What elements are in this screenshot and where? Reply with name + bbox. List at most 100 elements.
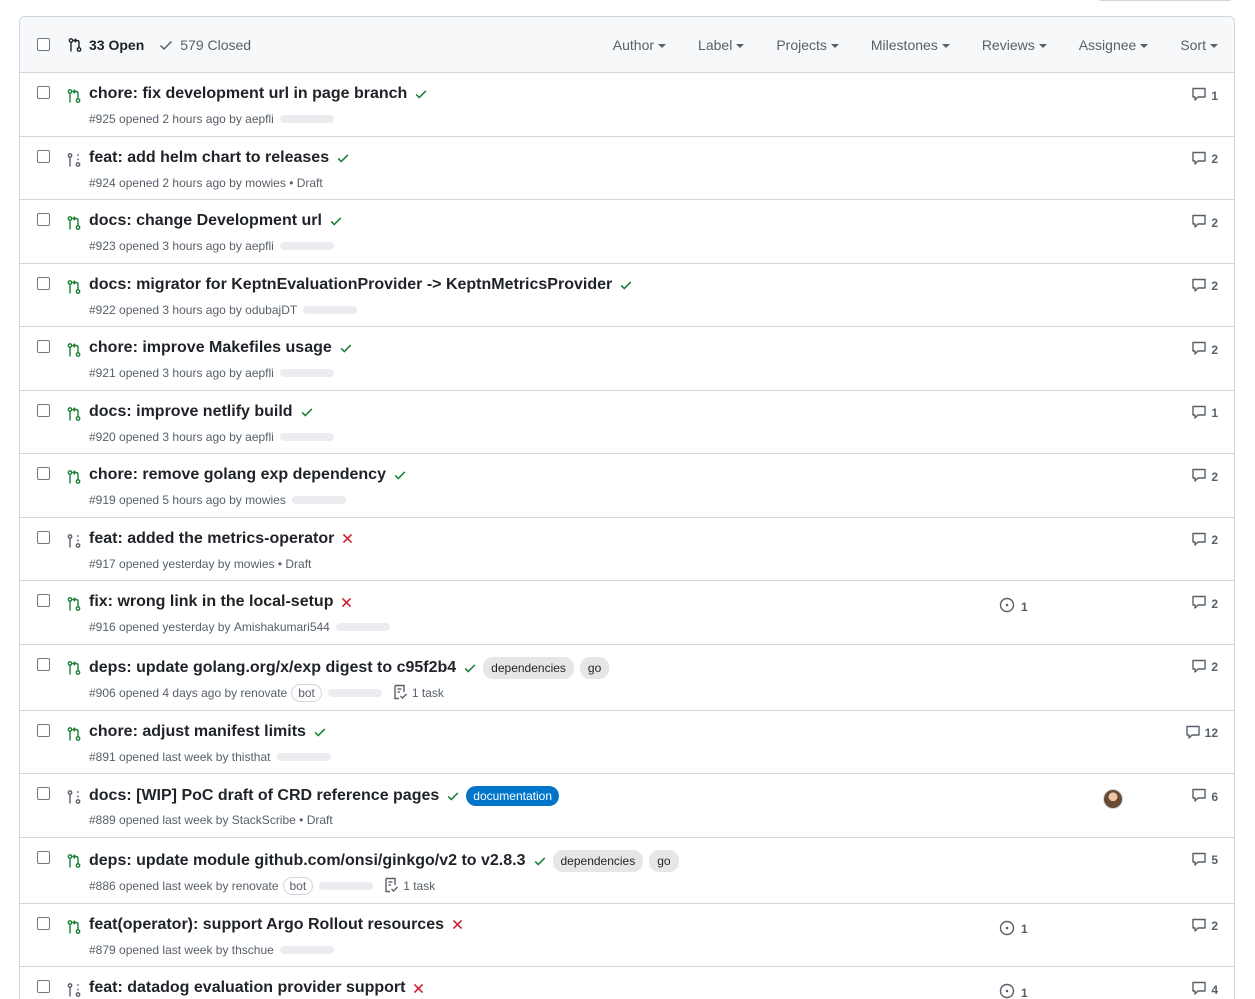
check-status-success-icon[interactable] <box>463 661 477 675</box>
comments-link[interactable]: 2 <box>1191 594 1218 613</box>
row-checkbox[interactable] <box>37 467 50 480</box>
comments-link[interactable]: 2 <box>1191 531 1218 550</box>
check-status-success-icon[interactable] <box>619 278 633 292</box>
filter-milestones-menu[interactable]: Milestones <box>871 37 950 53</box>
comments-link[interactable]: 2 <box>1191 467 1218 486</box>
filter-assignee-menu[interactable]: Assignee <box>1079 37 1149 53</box>
row-checkbox[interactable] <box>37 916 50 930</box>
opened-text: opened 2 hours ago by <box>119 175 242 190</box>
row-checkbox[interactable] <box>37 213 50 226</box>
row-checkbox[interactable] <box>37 403 50 417</box>
check-status-failure-icon[interactable] <box>341 532 354 545</box>
comments-link[interactable]: 2 <box>1191 340 1218 359</box>
label-documentation[interactable]: documentation <box>466 786 560 806</box>
filter-reviews-menu[interactable]: Reviews <box>982 37 1047 53</box>
check-status-success-icon[interactable] <box>446 789 460 803</box>
author-link[interactable]: thisthat <box>232 750 271 764</box>
row-checkbox[interactable] <box>37 787 50 800</box>
comments-link[interactable]: 12 <box>1185 724 1218 743</box>
opened-text: opened last week by <box>119 749 229 764</box>
comments-link[interactable]: 6 <box>1191 787 1218 806</box>
opened-text: opened 2 hours ago by <box>119 112 242 126</box>
author-link[interactable]: thschue <box>232 943 274 957</box>
check-status-success-icon[interactable] <box>339 341 353 355</box>
row-checkbox[interactable] <box>37 594 50 607</box>
pr-title-link[interactable]: fix: wrong link in the local-setup <box>89 593 333 611</box>
comments-link[interactable]: 2 <box>1191 213 1218 232</box>
check-status-failure-icon[interactable] <box>340 596 353 609</box>
row-checkbox[interactable] <box>37 850 50 864</box>
row-checkbox[interactable] <box>37 276 50 290</box>
label-go[interactable]: go <box>579 656 610 679</box>
check-status-success-icon[interactable] <box>414 87 428 101</box>
author-link[interactable]: mowies <box>234 557 275 571</box>
author-link[interactable]: StackScribe <box>232 813 296 827</box>
check-status-failure-icon[interactable] <box>451 918 464 931</box>
linked-issues-link[interactable]: 1 <box>999 920 1028 939</box>
author-link[interactable]: aepfli <box>245 366 274 380</box>
filter-sort-menu[interactable]: Sort <box>1180 37 1218 53</box>
comments-link[interactable]: 1 <box>1191 404 1218 423</box>
title-line: docs: change Development url <box>89 212 343 230</box>
pr-title-link[interactable]: chore: remove golang exp dependency <box>89 466 386 484</box>
pr-title-link[interactable]: feat: add helm chart to releases <box>89 149 329 167</box>
comments-link[interactable]: 2 <box>1191 277 1218 296</box>
row-checkbox[interactable] <box>37 86 50 99</box>
comments-link[interactable]: 4 <box>1191 980 1218 999</box>
label-dependencies[interactable]: dependencies <box>552 849 644 872</box>
open-filter-link[interactable]: 33 Open <box>67 37 144 53</box>
pr-title-link[interactable]: feat: datadog evaluation provider suppor… <box>89 979 405 997</box>
pr-title-link[interactable]: chore: adjust manifest limits <box>89 723 306 741</box>
pr-title-link[interactable]: deps: update golang.org/x/exp digest to … <box>89 659 456 677</box>
comments-link[interactable]: 5 <box>1191 851 1218 870</box>
row-checkbox[interactable] <box>37 657 50 671</box>
pr-title-link[interactable]: docs: change Development url <box>89 212 322 230</box>
check-status-success-icon[interactable] <box>393 468 407 482</box>
pr-title-link[interactable]: docs: [WIP] PoC draft of CRD reference p… <box>89 787 439 805</box>
label-dependencies[interactable]: dependencies <box>483 656 574 679</box>
closed-filter-link[interactable]: 579 Closed <box>158 37 251 53</box>
filter-projects-menu[interactable]: Projects <box>776 37 839 53</box>
author-link[interactable]: Amishakumari544 <box>234 620 330 634</box>
select-all-checkbox[interactable] <box>37 38 50 51</box>
author-link[interactable]: aepfli <box>245 112 274 126</box>
row-checkbox[interactable] <box>37 980 50 993</box>
author-link[interactable]: renovate <box>232 879 279 893</box>
check-status-success-icon[interactable] <box>533 854 547 868</box>
comments-link[interactable]: 2 <box>1191 658 1218 677</box>
pr-title-link[interactable]: deps: update module github.com/onsi/gink… <box>89 852 526 870</box>
pr-title-link[interactable]: docs: improve netlify build <box>89 403 293 421</box>
filter-author-menu[interactable]: Author <box>613 37 667 53</box>
comment-count: 2 <box>1211 469 1218 484</box>
check-status-success-icon[interactable] <box>336 151 350 165</box>
label-go[interactable]: go <box>649 849 679 872</box>
comments-link[interactable]: 1 <box>1191 86 1218 105</box>
row-checkbox[interactable] <box>37 530 50 544</box>
author-link[interactable]: aepfli <box>245 239 274 253</box>
assignee-avatar[interactable] <box>1103 789 1123 809</box>
placeholder-bar <box>291 496 346 504</box>
linked-issues-link[interactable]: 1 <box>999 597 1028 616</box>
row-checkbox[interactable] <box>37 340 50 353</box>
row-checkbox[interactable] <box>37 723 50 737</box>
pr-title-link[interactable]: chore: improve Makefiles usage <box>89 339 332 357</box>
author-link[interactable]: mowies <box>245 493 286 507</box>
check-status-success-icon[interactable] <box>300 405 314 419</box>
check-status-failure-icon[interactable] <box>412 982 425 995</box>
pr-title-link[interactable]: feat(operator): support Argo Rollout res… <box>89 916 444 934</box>
row-checkbox[interactable] <box>37 149 50 163</box>
comments-link[interactable]: 2 <box>1191 150 1218 169</box>
pr-title-link[interactable]: chore: fix development url in page branc… <box>89 85 407 103</box>
author-link[interactable]: odubajDT <box>245 303 297 317</box>
check-status-success-icon[interactable] <box>313 725 327 739</box>
pr-title-link[interactable]: feat: added the metrics-operator <box>89 530 334 548</box>
git-pull-request-icon <box>68 38 82 52</box>
comments-link[interactable]: 2 <box>1191 917 1218 936</box>
author-link[interactable]: renovate <box>241 686 288 700</box>
filter-label-menu[interactable]: Label <box>698 37 745 53</box>
check-status-success-icon[interactable] <box>329 214 343 228</box>
pr-title-link[interactable]: docs: migrator for KeptnEvaluationProvid… <box>89 276 612 294</box>
author-link[interactable]: mowies <box>245 176 286 190</box>
author-link[interactable]: aepfli <box>245 430 274 444</box>
linked-issues-link[interactable]: 1 <box>999 983 1028 999</box>
